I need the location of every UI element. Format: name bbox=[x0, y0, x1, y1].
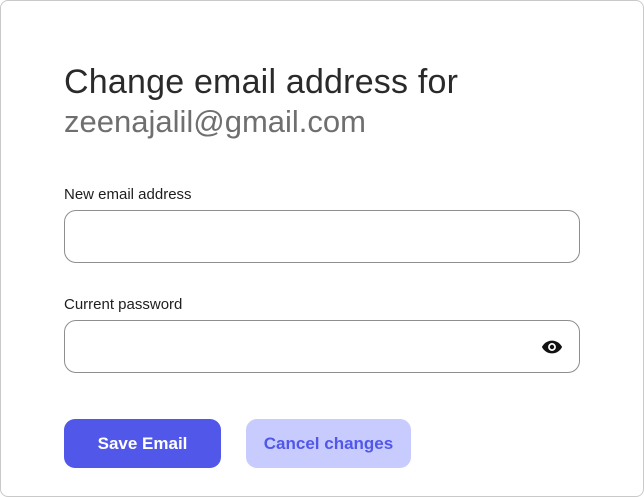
cancel-changes-button[interactable]: Cancel changes bbox=[246, 419, 411, 468]
current-password-label: Current password bbox=[64, 296, 183, 313]
change-email-card: Change email address for zeenajalil@gmai… bbox=[0, 0, 644, 497]
current-email-address: zeenajalil@gmail.com bbox=[64, 104, 366, 139]
current-password-input[interactable] bbox=[79, 321, 519, 372]
save-email-button[interactable]: Save Email bbox=[64, 419, 221, 468]
new-email-label: New email address bbox=[64, 186, 192, 203]
new-email-field[interactable] bbox=[64, 210, 580, 263]
eye-icon[interactable] bbox=[541, 337, 563, 357]
new-email-input[interactable] bbox=[79, 211, 519, 262]
dialog-header: Change email address for zeenajalil@gmai… bbox=[64, 61, 604, 141]
current-password-field[interactable] bbox=[64, 320, 580, 373]
page-title: Change email address for bbox=[64, 63, 459, 101]
